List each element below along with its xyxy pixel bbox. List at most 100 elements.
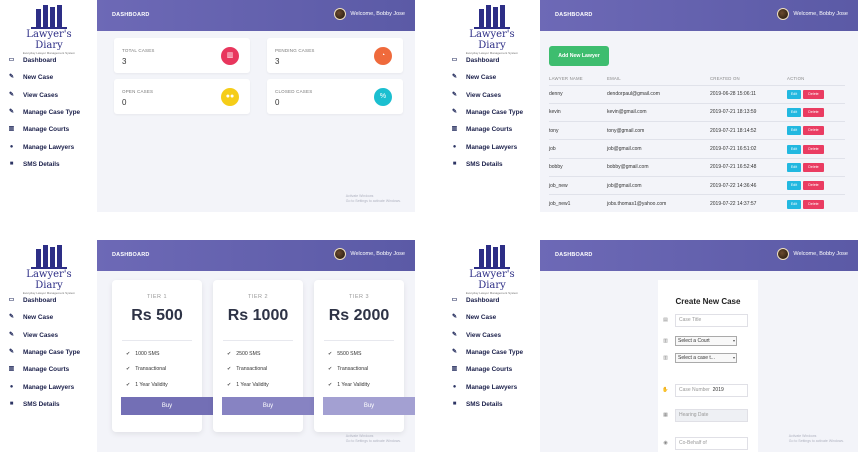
sidebar-item-manage-lawyers[interactable]: ● Manage Lawyers [451,378,523,395]
app-logo[interactable]: Lawyer's Diary Everyday Lawyer Managemen… [14,5,84,55]
sidebar-item-manage-case-type[interactable]: ✎ Manage Case Type [8,104,80,121]
sidebar-item-new-case[interactable]: ✎ New Case [451,309,523,326]
column-header-lawyer-name[interactable]: LAWYER NAME [549,72,607,85]
stat-card-closed-cases[interactable]: CLOSED CASES 0 % [267,79,403,114]
check-icon: ✔ [227,351,232,357]
check-icon: ✔ [126,382,131,388]
edit-button[interactable]: Edit [787,181,801,191]
form-title: Create New Case [675,297,741,306]
activate-windows-watermark: Activate Windows Go to Settings to activa… [788,434,844,443]
table-header-row: LAWYER NAME EMAIL CREATED ON ACTION [549,72,845,85]
column-header-created-on[interactable]: CREATED ON [710,72,787,85]
sidebar-item-view-cases[interactable]: ✎ View Cases [8,327,80,344]
avatar [334,8,347,20]
stat-card-total-cases[interactable]: TOTAL CASES 3 ▥ [114,38,250,73]
sidebar-item-dashboard[interactable]: ▭ Dashboard [8,292,80,309]
table-row: job_new1 jobs.thomas1@yahoo.com 2019-07-22… [549,194,845,212]
delete-button[interactable]: Delete [803,89,824,99]
delete-button[interactable]: Delete [803,181,824,191]
delete-button[interactable]: Delete [803,126,824,136]
sidebar-item-view-cases[interactable]: ✎ View Cases [451,327,523,344]
sidebar-item-view-cases[interactable]: ✎ View Cases [451,87,523,104]
sidebar-item-sms-details[interactable]: ■ SMS Details [8,396,80,413]
sidebar-item-sms-details[interactable]: ■ SMS Details [451,156,523,173]
books-logo-icon [14,245,84,267]
logo-name: Lawyer's Diary [469,269,515,291]
page-title: DASHBOARD [555,252,593,258]
column-header-email[interactable]: EMAIL [607,72,710,85]
case-title-input[interactable]: Case Title [675,313,748,327]
hearing-date-input[interactable]: Hearing Date [675,408,748,422]
sidebar-item-manage-lawyers[interactable]: ● Manage Lawyers [8,378,80,395]
app-logo[interactable]: Lawyer's Diary Everyday Lawyer Managemen… [457,5,527,55]
lawyers-table: LAWYER NAME EMAIL CREATED ON ACTION denn… [549,72,845,212]
users-icon: ● [9,143,14,150]
sidebar-item-new-case[interactable]: ✎ New Case [8,309,80,326]
edit-icon: ✎ [451,74,458,81]
delete-button[interactable]: Delete [803,199,824,209]
stat-card-pending-cases[interactable]: PENDING CASES 3 ◔ [267,38,403,73]
edit-icon: ✎ [8,74,15,81]
sidebar-item-view-cases[interactable]: ✎ View Cases [8,87,80,104]
edit-button[interactable]: Edit [787,199,801,209]
sidebar-nav: ▭ Dashboard ✎ New Case ✎ View Cases ✎ Manage… [451,292,523,413]
welcome-text: Welcome, Bobby Jose [793,11,848,17]
edit-button[interactable]: Edit [787,144,801,154]
check-icon: ✔ [328,351,333,357]
table-row: job job@gmail.com 2019-07-21 16:51:02 Edit D… [549,139,845,159]
sidebar-item-new-case[interactable]: ✎ New Case [8,69,80,86]
edit-button[interactable]: Edit [787,107,801,117]
bank-icon: ▥ [663,338,668,344]
sidebar-item-manage-courts[interactable]: ▥ Manage Courts [451,361,523,378]
sidebar-item-manage-lawyers[interactable]: ● Manage Lawyers [8,138,80,155]
avatar [334,248,347,260]
monitor-icon: ▭ [451,57,458,64]
delete-button[interactable]: Delete [803,107,824,117]
case-number-input[interactable]: Case Number 2019 [675,383,748,397]
sidebar-item-manage-case-type[interactable]: ✎ Manage Case Type [451,104,523,121]
logo-name: Lawyer's Diary [469,29,515,51]
building-icon: ▥ [8,366,15,373]
delete-button[interactable]: Delete [803,162,824,172]
chevron-down-icon: ▾ [732,355,735,360]
add-new-lawyer-button[interactable]: Add New Lawyer [549,46,609,66]
comment-icon: ■ [452,400,457,407]
sidebar-item-dashboard[interactable]: ▭ Dashboard [451,292,523,309]
top-bar: DASHBOARD Welcome, Bobby Jose [97,0,415,31]
table-row: tony tony@gmail.com 2019-07-21 18:14:52 Edi… [549,121,845,140]
co-behalf-input[interactable]: Co-Behalf of [675,436,748,450]
stat-card-open-cases[interactable]: OPEN CASES 0 ●● [114,79,250,114]
sidebar-item-manage-case-type[interactable]: ✎ Manage Case Type [451,344,523,361]
sidebar-item-manage-courts[interactable]: ▥ Manage Courts [451,121,523,138]
sidebar-item-manage-case-type[interactable]: ✎ Manage Case Type [8,344,80,361]
court-select[interactable]: Select a Court ▾ [675,336,737,346]
sidebar-item-manage-courts[interactable]: ▥ Manage Courts [8,121,80,138]
pricing-card-tier-2: TIER 2 Rs 1000 ✔ 2500 SMS ✔ Transactional … [213,280,314,432]
edit-button[interactable]: Edit [787,126,801,136]
buy-button[interactable]: Buy [323,397,415,415]
app-logo[interactable]: Lawyer's Diary Everyday Lawyer Managemen… [457,245,527,295]
user-menu[interactable]: Welcome, Bobby Jose [334,8,405,20]
buy-button[interactable]: Buy [222,397,314,415]
edit-icon: ✎ [451,331,458,338]
edit-button[interactable]: Edit [787,89,801,99]
sidebar-item-manage-courts[interactable]: ▥ Manage Courts [8,361,80,378]
user-menu[interactable]: Welcome, Bobby Jose [334,248,405,260]
sidebar-item-dashboard[interactable]: ▭ Dashboard [451,52,523,69]
sidebar-item-new-case[interactable]: ✎ New Case [451,69,523,86]
user-menu[interactable]: Welcome, Bobby Jose [777,248,848,260]
delete-button[interactable]: Delete [803,144,824,154]
case-type-select[interactable]: Select a case t... ▾ [675,353,737,363]
user-menu[interactable]: Welcome, Bobby Jose [777,8,848,20]
column-header-action: ACTION [787,75,805,81]
edit-icon: ✎ [451,314,458,321]
sidebar-item-sms-details[interactable]: ■ SMS Details [8,156,80,173]
sidebar-item-dashboard[interactable]: ▭ Dashboard [8,52,80,69]
group-icon: ●● [221,88,239,106]
sidebar-item-manage-lawyers[interactable]: ● Manage Lawyers [451,138,523,155]
edit-button[interactable]: Edit [787,162,801,172]
app-logo[interactable]: Lawyer's Diary Everyday Lawyer Managemen… [14,245,84,295]
buy-button[interactable]: Buy [121,397,213,415]
sidebar-item-sms-details[interactable]: ■ SMS Details [451,396,523,413]
percent-icon: % [374,88,392,106]
